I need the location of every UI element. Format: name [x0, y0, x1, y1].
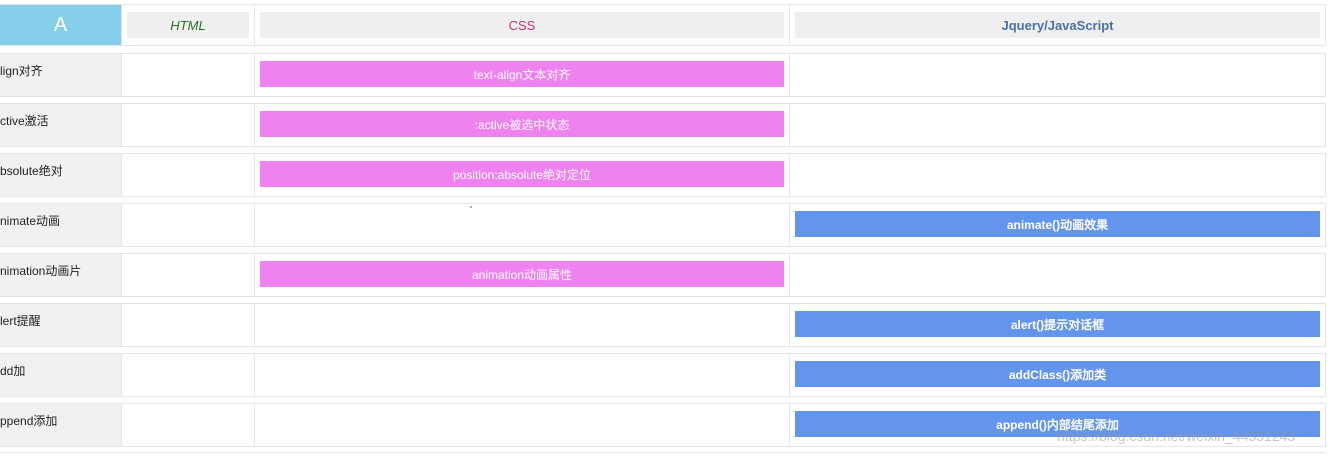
- js-tag: alert()提示对话框: [795, 311, 1320, 337]
- html-cell: [121, 354, 254, 396]
- js-tag: animate()动画效果: [795, 211, 1320, 237]
- table-row: dd加 addClass()添加类: [0, 353, 1326, 397]
- js-column-header-cell: Jquery/JavaScript: [789, 5, 1326, 45]
- css-tag: :active被选中状态: [260, 111, 784, 137]
- html-cell: [121, 304, 254, 346]
- html-cell: [121, 54, 254, 96]
- html-column-header-cell: HTML: [121, 5, 254, 45]
- table-header: A HTML CSS Jquery/JavaScript: [0, 4, 1326, 46]
- row-label: ctive激活: [0, 104, 121, 146]
- row-label: lert提醒: [0, 304, 121, 346]
- css-column-header: CSS: [260, 12, 784, 38]
- js-tag: append()内部结尾添加: [795, 411, 1320, 437]
- html-cell: [121, 204, 254, 246]
- table-row: ppend添加 append()内部结尾添加: [0, 403, 1326, 447]
- row-label: lign对齐: [0, 54, 121, 96]
- js-column-header: Jquery/JavaScript: [795, 12, 1320, 38]
- js-tag: addClass()添加类: [795, 361, 1320, 387]
- css-cell: [254, 204, 789, 246]
- css-tag: position:absolute绝对定位: [260, 161, 784, 187]
- js-cell: [789, 54, 1326, 96]
- stray-dot: [470, 206, 472, 208]
- html-cell: [121, 254, 254, 296]
- css-cell: text-align文本对齐: [254, 54, 789, 96]
- row-label: nimate动画: [0, 204, 121, 246]
- css-cell: [254, 304, 789, 346]
- css-cell: [254, 404, 789, 446]
- row-label: bsolute绝对: [0, 154, 121, 196]
- table-bottom-border: [0, 452, 1326, 453]
- html-cell: [121, 154, 254, 196]
- html-cell: [121, 104, 254, 146]
- table-row: lign对齐 text-align文本对齐: [0, 53, 1326, 97]
- css-column-header-cell: CSS: [254, 5, 789, 45]
- row-label: ppend添加: [0, 404, 121, 446]
- table-row: bsolute绝对 position:absolute绝对定位: [0, 153, 1326, 197]
- js-cell: animate()动画效果: [789, 204, 1326, 246]
- glossary-table: A HTML CSS Jquery/JavaScript lign对齐 text…: [0, 0, 1337, 456]
- table-row: lert提醒 alert()提示对话框: [0, 303, 1326, 347]
- css-cell: position:absolute绝对定位: [254, 154, 789, 196]
- row-label: dd加: [0, 354, 121, 396]
- js-cell: [789, 154, 1326, 196]
- js-cell: append()内部结尾添加: [789, 404, 1326, 446]
- table-row: ctive激活 :active被选中状态: [0, 103, 1326, 147]
- js-cell: addClass()添加类: [789, 354, 1326, 396]
- css-cell: :active被选中状态: [254, 104, 789, 146]
- table-row: nimate动画 animate()动画效果: [0, 203, 1326, 247]
- html-column-header: HTML: [127, 12, 249, 38]
- css-tag: text-align文本对齐: [260, 61, 784, 87]
- html-cell: [121, 404, 254, 446]
- row-label: nimation动画片: [0, 254, 121, 296]
- css-cell: [254, 354, 789, 396]
- css-cell: animation动画属性: [254, 254, 789, 296]
- letter-header: A: [0, 5, 121, 45]
- js-cell: [789, 104, 1326, 146]
- js-cell: alert()提示对话框: [789, 304, 1326, 346]
- js-cell: [789, 254, 1326, 296]
- table-row: nimation动画片 animation动画属性: [0, 253, 1326, 297]
- css-tag: animation动画属性: [260, 261, 784, 287]
